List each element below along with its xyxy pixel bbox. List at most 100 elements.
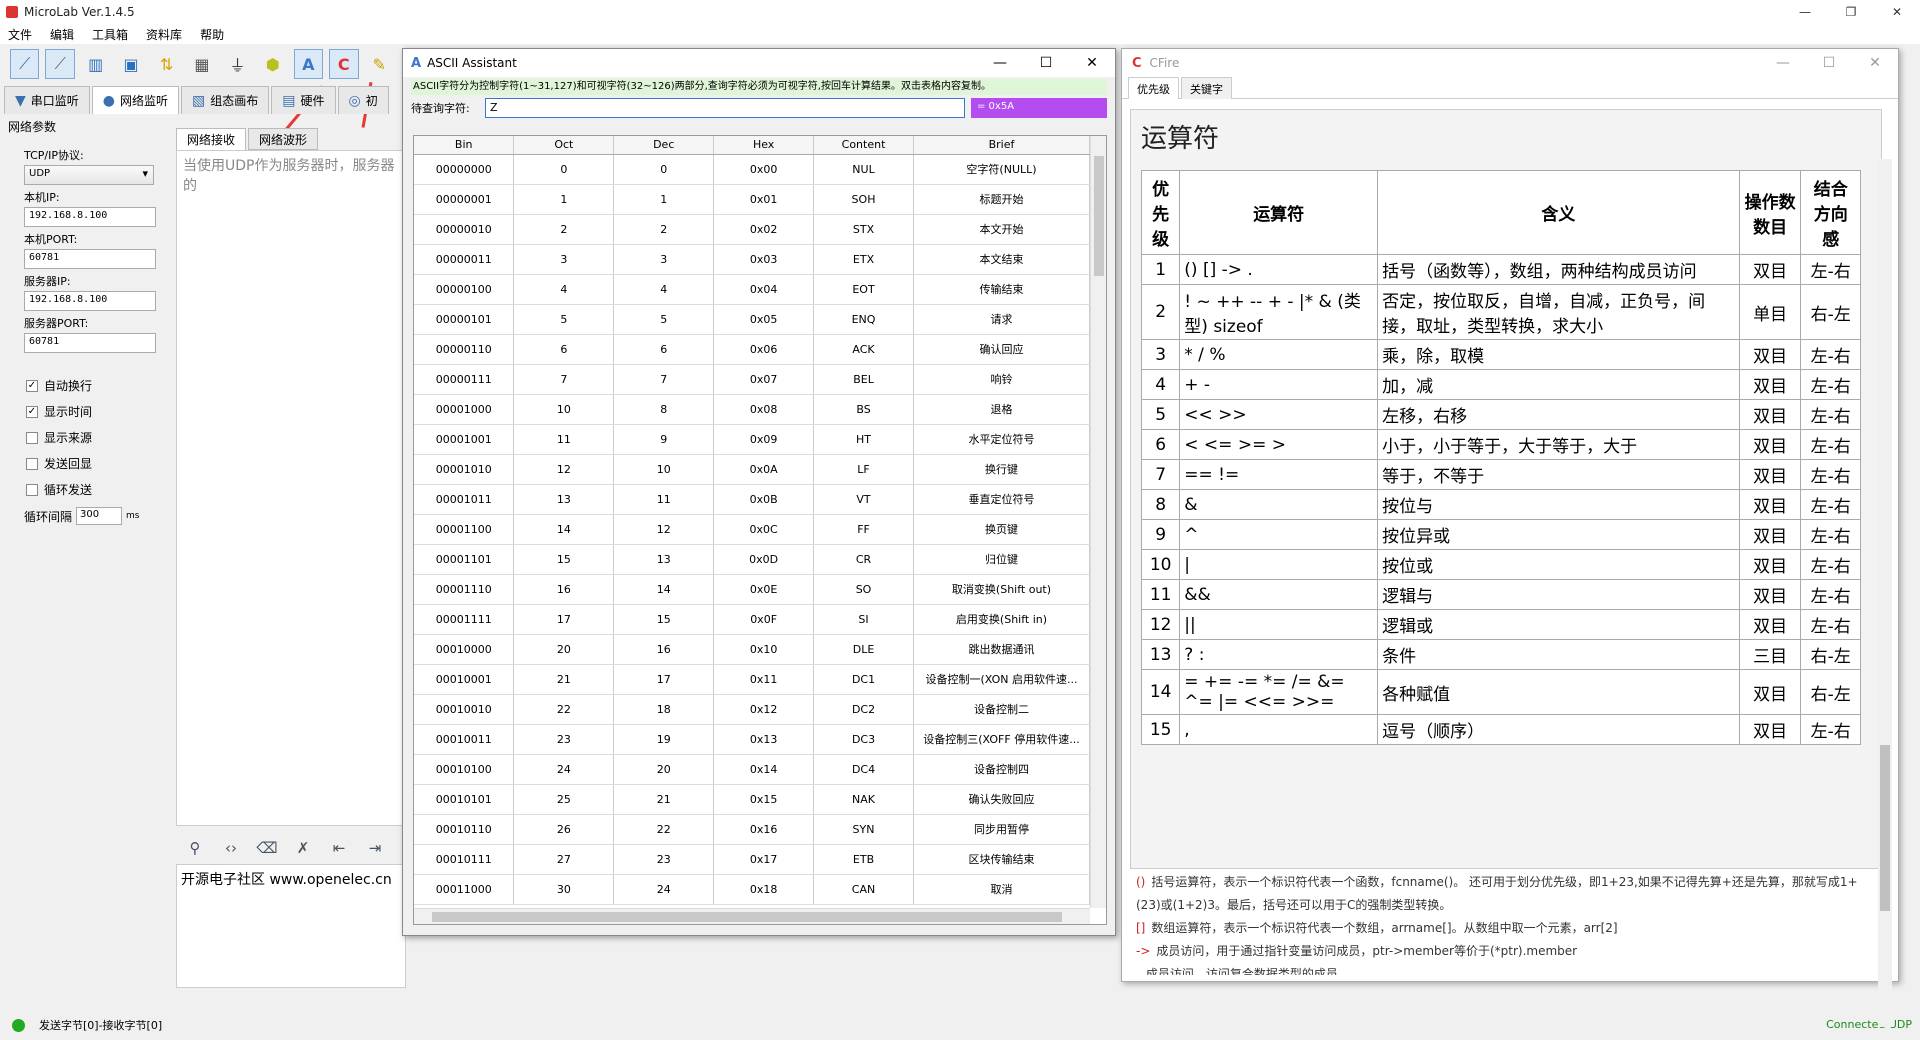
local-ip-input[interactable]: 192.168.8.100 [24,207,156,227]
table-cell[interactable]: 00000010 [414,214,515,245]
table-cell[interactable]: 退格 [913,394,1091,425]
package-icon[interactable]: ⬢ [258,49,287,79]
table-cell[interactable]: ACK [813,334,914,365]
table-cell[interactable]: 0x0C [713,514,815,545]
ascii-minimize-button[interactable]: — [977,49,1023,77]
table-cell[interactable]: BEL [813,364,914,395]
table-cell[interactable]: 跳出数据通讯 [913,634,1091,665]
table-row[interactable]: 00001111 17 15 0x0F SI 启用变换(Shift in) [414,604,1091,635]
table-cell[interactable]: 请求 [913,304,1091,335]
table-cell[interactable]: CR [813,544,914,575]
table-cell[interactable]: 同步用暂停 [913,814,1091,845]
table-cell[interactable]: 00001001 [414,424,515,455]
interval-input[interactable]: 300 [76,507,123,525]
table-cell[interactable]: 传输结束 [913,274,1091,305]
checkbox-loop-send[interactable]: 循环发送 [26,481,163,498]
table-cell[interactable]: 0x11 [713,664,815,695]
table-cell[interactable]: 3 [613,244,715,275]
checkbox-echo[interactable]: 发送回显 [26,455,163,472]
table-cell[interactable]: 归位键 [913,544,1091,575]
table-cell[interactable]: 0x17 [713,844,815,875]
ascii-vertical-scrollbar[interactable] [1090,136,1106,908]
table-row[interactable]: 00001001 11 9 0x09 HT 水平定位符号 [414,424,1091,455]
table-cell[interactable]: 标题开始 [913,184,1091,215]
table-cell[interactable]: 本文开始 [913,214,1091,245]
cfire-icon[interactable]: C [329,49,359,79]
tab-network[interactable]: ● 网络监听 [91,86,180,114]
menu-file[interactable]: 文件 [8,26,32,43]
ascii-column-header[interactable]: Brief [913,136,1091,155]
table-cell[interactable]: CAN [813,874,914,905]
ascii-icon[interactable]: A [293,49,324,79]
table-cell[interactable]: DC1 [813,664,914,695]
table-cell[interactable]: 21 [613,784,715,815]
table-cell[interactable]: 00000011 [414,244,515,275]
eraser-icon[interactable]: ⌫ [252,835,282,861]
table-cell[interactable]: 00010001 [414,664,515,695]
table-cell[interactable]: 启用变换(Shift in) [913,604,1091,635]
table-cell[interactable]: 换行键 [913,454,1091,485]
import-icon[interactable]: ⇤ [324,835,354,861]
table-cell[interactable]: 6 [613,334,715,365]
disconnect-icon[interactable]: ⟋ [45,49,75,79]
table-row[interactable]: 00001000 10 8 0x08 BS 退格 [414,394,1091,425]
table-row[interactable]: 00001011 13 11 0x0B VT 垂直定位符号 [414,484,1091,515]
table-cell[interactable]: 00011000 [414,874,515,905]
table-cell[interactable]: 22 [613,814,715,845]
layout-icon[interactable]: ▥ [81,49,110,79]
table-cell[interactable]: 设备控制三(XOFF 停用软件速... [913,724,1091,755]
table-cell[interactable]: 水平定位符号 [913,424,1091,455]
circuit-icon[interactable]: ⏚ [223,49,252,79]
table-cell[interactable]: 9 [613,424,715,455]
local-port-input[interactable]: 60781 [24,249,156,269]
table-cell[interactable]: DC4 [813,754,914,785]
table-cell[interactable]: 11 [513,424,615,455]
table-cell[interactable]: 23 [513,724,615,755]
table-cell[interactable]: 0x18 [713,874,815,905]
table-cell[interactable]: NAK [813,784,914,815]
table-cell[interactable]: 0x15 [713,784,815,815]
table-cell[interactable]: 0x07 [713,364,815,395]
protocol-select[interactable]: UDP [24,165,154,185]
table-cell[interactable]: 1 [613,184,715,215]
table-cell[interactable]: 5 [613,304,715,335]
table-cell[interactable]: 00001010 [414,454,515,485]
table-cell[interactable]: SOH [813,184,914,215]
table-cell[interactable]: 0x0B [713,484,815,515]
scroll-thumb[interactable] [1094,156,1104,276]
table-cell[interactable]: 27 [513,844,615,875]
table-cell[interactable]: 取消 [913,874,1091,905]
table-cell[interactable]: 00010111 [414,844,515,875]
table-cell[interactable]: 0x12 [713,694,815,725]
table-row[interactable]: 00000101 5 5 0x05 ENQ 请求 [414,304,1091,335]
table-cell[interactable]: 5 [513,304,615,335]
table-row[interactable]: 00000111 7 7 0x07 BEL 响铃 [414,364,1091,395]
checkbox-show-source[interactable]: 显示来源 [26,429,163,446]
table-cell[interactable]: 0x0F [713,604,815,635]
ascii-close-button[interactable]: ✕ [1069,49,1115,77]
table-cell[interactable]: 22 [513,694,615,725]
ascii-column-header[interactable]: Hex [713,136,815,155]
table-cell[interactable]: 00001100 [414,514,515,545]
table-cell[interactable]: 0x10 [713,634,815,665]
restore-button[interactable]: ❐ [1828,0,1874,24]
table-cell[interactable]: 本文结束 [913,244,1091,275]
table-cell[interactable]: 0x04 [713,274,815,305]
table-cell[interactable]: 0x01 [713,184,815,215]
ascii-column-header[interactable]: Dec [613,136,715,155]
table-cell[interactable]: DC3 [813,724,914,755]
ascii-horizontal-scrollbar[interactable] [414,908,1090,924]
table-cell[interactable]: 设备控制一(XON 启用软件速... [913,664,1091,695]
cfire-close-button[interactable]: ✕ [1852,49,1898,77]
table-cell[interactable]: 17 [513,604,615,635]
table-cell[interactable]: 00001101 [414,544,515,575]
table-cell[interactable]: 13 [513,484,615,515]
tab-hardware[interactable]: ▤ 硬件 [271,86,336,114]
table-cell[interactable]: NUL [813,154,914,185]
table-cell[interactable]: 7 [513,364,615,395]
table-row[interactable]: 00001110 16 14 0x0E SO 取消变换(Shift out) [414,574,1091,605]
table-cell[interactable]: 00010101 [414,784,515,815]
table-cell[interactable]: 00000101 [414,304,515,335]
table-cell[interactable]: 13 [613,544,715,575]
calculator-icon[interactable]: ▦ [187,49,216,79]
